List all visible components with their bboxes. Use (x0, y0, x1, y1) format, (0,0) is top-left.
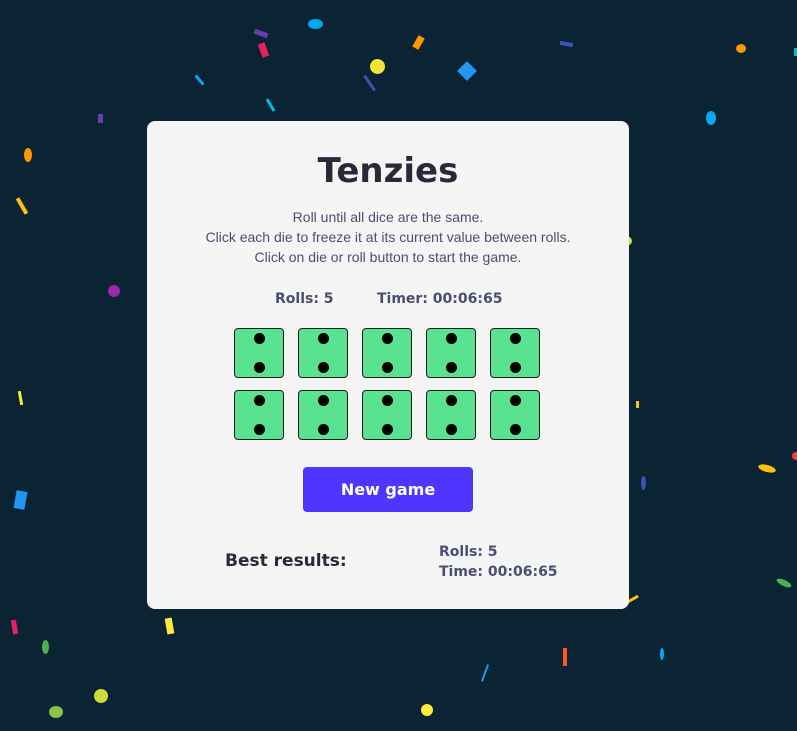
die-pip (382, 395, 393, 406)
best-rolls: Rolls: 5 (439, 544, 498, 560)
confetti-piece (17, 390, 24, 406)
confetti-piece (563, 648, 567, 666)
confetti-piece (24, 148, 32, 162)
confetti-piece (370, 59, 385, 74)
confetti-piece (363, 74, 376, 92)
die-pip (318, 333, 329, 344)
confetti-piece (480, 664, 490, 682)
die-pip (318, 424, 329, 435)
game-title: Tenzies (317, 151, 459, 191)
rolls-counter: Rolls: 5 (275, 291, 334, 307)
die-pip (446, 362, 457, 373)
die-pip (382, 424, 393, 435)
die[interactable] (298, 390, 348, 440)
confetti-piece (641, 476, 646, 490)
confetti-piece (49, 706, 63, 718)
confetti-piece (706, 111, 716, 125)
dice-grid (234, 328, 540, 440)
confetti-piece (757, 462, 777, 475)
die-pip (446, 395, 457, 406)
confetti-piece (15, 197, 29, 215)
die-pip (254, 424, 265, 435)
confetti-piece (94, 689, 108, 703)
die-pip (254, 333, 265, 344)
confetti-piece (559, 40, 574, 48)
die[interactable] (298, 328, 348, 378)
die-pip (382, 362, 393, 373)
confetti-piece (792, 452, 797, 460)
die-pip (382, 333, 393, 344)
confetti-piece (421, 704, 433, 716)
confetti-piece (265, 98, 276, 112)
confetti-piece (253, 28, 269, 39)
die[interactable] (362, 390, 412, 440)
timer: Timer: 00:06:65 (377, 291, 503, 307)
best-time: Time: 00:06:65 (439, 564, 558, 580)
die[interactable] (234, 328, 284, 378)
confetti-piece (108, 285, 120, 297)
confetti-piece (457, 61, 477, 81)
confetti-piece (775, 576, 793, 590)
confetti-piece (660, 648, 664, 660)
confetti-piece (257, 42, 270, 58)
confetti-piece (164, 617, 175, 635)
confetti-piece (10, 619, 19, 635)
confetti-piece (42, 640, 49, 654)
die-pip (446, 424, 457, 435)
die-pip (510, 333, 521, 344)
die-pip (510, 424, 521, 435)
best-results-values: Rolls: 5 Time: 00:06:65 (439, 542, 558, 582)
die-pip (510, 362, 521, 373)
new-game-button[interactable]: New game (303, 467, 473, 512)
confetti-piece (412, 35, 425, 50)
instruction-line: Click on die or roll button to start the… (254, 249, 522, 265)
confetti-piece (194, 74, 205, 86)
instruction-line: Roll until all dice are the same. (292, 209, 484, 225)
die-pip (510, 395, 521, 406)
die[interactable] (234, 390, 284, 440)
die[interactable] (490, 328, 540, 378)
confetti-piece (636, 401, 639, 408)
die[interactable] (490, 390, 540, 440)
confetti-piece (98, 114, 103, 123)
confetti-piece (308, 19, 323, 29)
instructions: Roll until all dice are the same. Click … (147, 207, 629, 267)
die[interactable] (362, 328, 412, 378)
die-pip (446, 333, 457, 344)
instruction-line: Click each die to freeze it at its curre… (205, 229, 571, 245)
die-pip (254, 362, 265, 373)
die-pip (318, 362, 329, 373)
confetti-piece (736, 44, 746, 53)
die-pip (318, 395, 329, 406)
die[interactable] (426, 328, 476, 378)
game-card: Tenzies Roll until all dice are the same… (147, 121, 629, 609)
die-pip (254, 395, 265, 406)
best-results-label: Best results: (225, 551, 347, 571)
die[interactable] (426, 390, 476, 440)
confetti-piece (13, 490, 28, 510)
